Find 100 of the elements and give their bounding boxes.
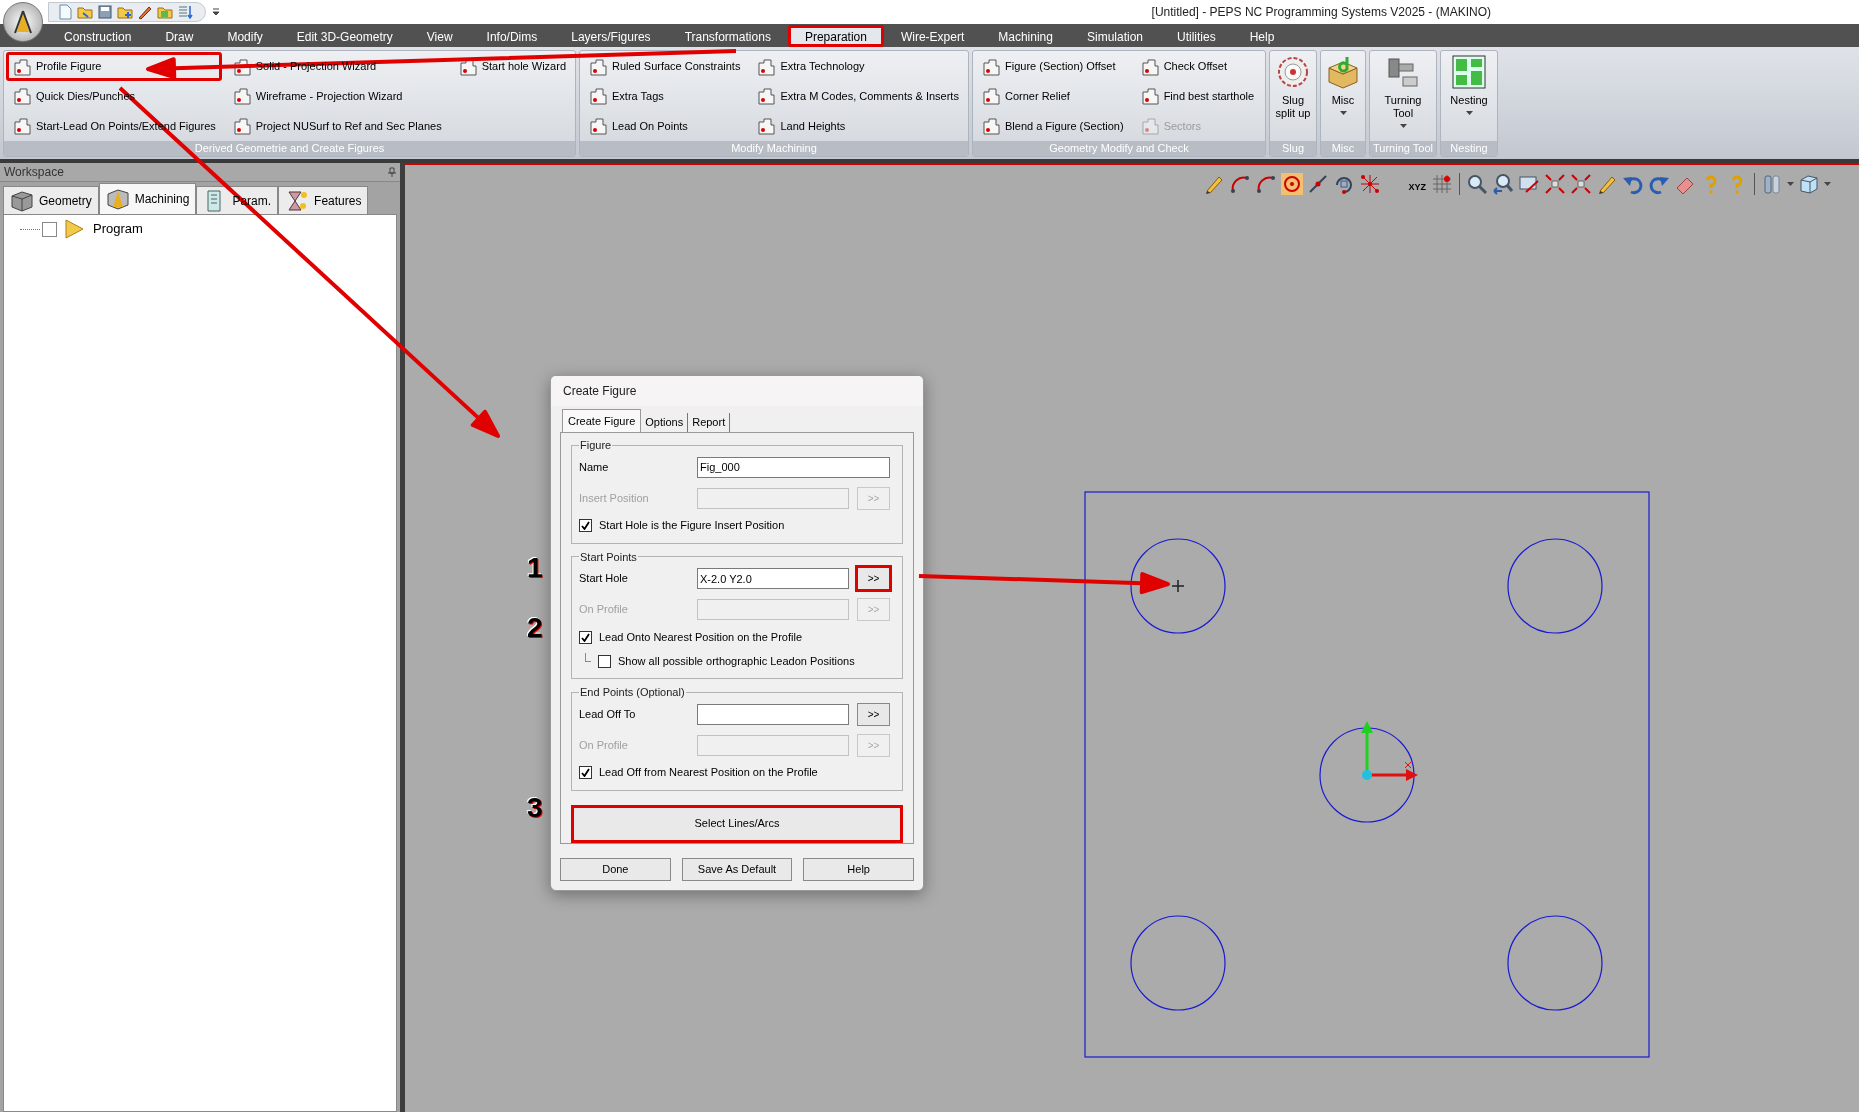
group-title: End Points (Optional) xyxy=(579,685,686,700)
ribbon-button[interactable]: Lead On Points xyxy=(582,111,747,141)
dialog-button[interactable]: Help xyxy=(803,858,914,881)
group-label: Misc xyxy=(1321,141,1365,156)
menu-tab[interactable]: Help xyxy=(1232,25,1292,47)
ribbon-button[interactable]: Extra Tags xyxy=(582,81,747,111)
outline-shape-icon xyxy=(756,86,777,107)
outline-shape-icon xyxy=(588,86,608,107)
pencil-icon[interactable] xyxy=(137,4,153,20)
line-icon[interactable] xyxy=(1307,172,1330,195)
group-title: Start Points xyxy=(579,549,638,565)
checkbox-label: Lead Off from Nearest Position on the Profile xyxy=(599,765,818,781)
node-network-icon[interactable] xyxy=(1359,172,1382,195)
select-lines-button[interactable]: Select Lines/Arcs xyxy=(571,804,903,843)
menu-tab[interactable]: Modify xyxy=(210,25,280,47)
tree-checkbox[interactable] xyxy=(42,221,57,237)
input-field[interactable] xyxy=(697,703,849,725)
ribbon-button[interactable]: Corner Relief xyxy=(975,81,1130,111)
cylinder-icon[interactable] xyxy=(1761,172,1783,195)
checkmark-icon xyxy=(581,632,590,642)
nesting-grid-icon xyxy=(1451,54,1487,90)
checkbox[interactable] xyxy=(598,654,611,668)
outline-shape-icon xyxy=(1139,115,1160,136)
expand-arrows-icon[interactable] xyxy=(1570,172,1592,195)
ribbon-button[interactable]: Wireframe - Projection Wizard xyxy=(225,81,448,111)
save-icon[interactable] xyxy=(97,4,113,20)
circle-icon[interactable] xyxy=(1281,172,1304,195)
zoom-previous-icon[interactable] xyxy=(1492,172,1514,195)
dropdown-caret-icon[interactable] xyxy=(1824,180,1831,187)
menu-tab[interactable]: Transformations xyxy=(667,25,788,47)
panel-tab[interactable]: Machining xyxy=(98,183,197,214)
ribbon-large-button[interactable]: Nesting xyxy=(1448,54,1490,116)
menu-tab[interactable]: Preparation xyxy=(787,25,884,47)
menu-tab[interactable]: Simulation xyxy=(1069,25,1160,47)
dialog-button[interactable]: Done xyxy=(560,858,671,881)
dropdown-caret-icon[interactable] xyxy=(1787,180,1794,187)
ribbon-button[interactable]: Find best starthole xyxy=(1133,81,1261,111)
menu-tab[interactable]: Machining xyxy=(981,25,1070,47)
app-menu-button[interactable] xyxy=(3,2,43,42)
menu-tab[interactable]: Draw xyxy=(148,25,211,47)
cube-icon xyxy=(10,188,34,213)
panel-tab[interactable]: Geometry xyxy=(3,186,99,214)
ribbon-button[interactable]: Check Offset xyxy=(1133,52,1261,81)
folder-icon[interactable] xyxy=(77,4,93,20)
field-label: On Profile xyxy=(579,737,629,753)
group-label: Turning Tool xyxy=(1370,141,1436,156)
menu-tab[interactable]: Edit 3D-Geometry xyxy=(279,25,410,47)
document-icon[interactable] xyxy=(57,4,73,20)
folder-icon[interactable] xyxy=(117,4,133,20)
panel-tab[interactable]: Features xyxy=(278,186,369,214)
dialog-tab[interactable]: Create Figure xyxy=(562,409,642,432)
dropdown-caret-icon[interactable] xyxy=(212,7,220,17)
outline-shape-icon xyxy=(12,56,32,77)
ribbon-button[interactable]: Start hole Wizard xyxy=(451,52,572,81)
crosshair-marker xyxy=(1171,579,1185,593)
ribbon-button[interactable]: Ruled Surface Constraints xyxy=(582,52,747,81)
browse-button[interactable]: >> xyxy=(857,702,890,726)
outline-shape-icon xyxy=(12,115,32,136)
ribbon-button[interactable]: Land Heights xyxy=(750,111,965,141)
ribbon-large-button[interactable]: Slug split up xyxy=(1272,54,1314,120)
ribbon-button[interactable]: Project NUSurf to Ref and Sec Planes xyxy=(225,111,448,141)
expand-arrows-icon[interactable] xyxy=(1544,172,1566,195)
list-icon[interactable] xyxy=(177,4,193,20)
cube-icon[interactable] xyxy=(1798,172,1820,195)
ribbon-button[interactable]: Extra Technology xyxy=(750,52,965,81)
browse-button[interactable]: >> xyxy=(857,567,890,590)
dialog-button[interactable]: Save As Default xyxy=(681,858,793,881)
checkbox[interactable] xyxy=(579,766,592,779)
outline-shape-icon xyxy=(12,86,32,107)
ribbon-button[interactable]: Profile Figure xyxy=(6,52,222,81)
input-field[interactable]: Fig_000 xyxy=(697,456,890,478)
menu-tab[interactable]: Info/Dims xyxy=(469,25,555,47)
pin-icon[interactable] xyxy=(388,167,396,177)
menu-tab[interactable]: Utilities xyxy=(1160,25,1233,47)
group-label: Geometry Modify and Check xyxy=(973,141,1265,156)
group-label: Nesting xyxy=(1441,141,1497,156)
triangle-icon xyxy=(63,219,85,239)
menu-tab[interactable]: Construction xyxy=(47,25,149,47)
menu-tab[interactable]: View xyxy=(409,25,470,47)
coordinate-button[interactable]: XYZ xyxy=(1407,172,1427,195)
checkbox[interactable] xyxy=(579,519,592,532)
hourglass-sparkle-icon xyxy=(285,188,310,213)
menu-tab[interactable]: Wire-Expert xyxy=(883,25,982,47)
grid-icon[interactable] xyxy=(1431,172,1453,195)
ribbon-button[interactable]: Blend a Figure (Section) xyxy=(975,111,1130,141)
ribbon-button[interactable]: Extra M Codes, Comments & Inserts xyxy=(750,81,965,111)
group-title: Figure xyxy=(579,438,613,453)
outline-shape-icon xyxy=(588,115,608,136)
flower-icon xyxy=(1275,54,1311,90)
ribbon-button[interactable]: Figure (Section) Offset xyxy=(975,52,1130,81)
zoom-icon[interactable] xyxy=(1466,172,1488,195)
window-title: [Untitled] - PEPS NC Programming Systems V2025 - (MAKINO) xyxy=(1151,4,1491,21)
menu-tab[interactable]: Layers/Figures xyxy=(554,25,668,47)
tree-item[interactable]: Program xyxy=(93,219,143,239)
checkbox[interactable] xyxy=(579,630,592,644)
checkmark-icon xyxy=(581,768,590,777)
ribbon-large-button[interactable]: Turning Tool xyxy=(1382,54,1424,129)
input-field[interactable]: X-2.0 Y2.0 xyxy=(697,568,849,589)
ribbon-large-button[interactable]: Misc xyxy=(1322,54,1364,116)
panel-title: Workspace xyxy=(4,164,64,181)
